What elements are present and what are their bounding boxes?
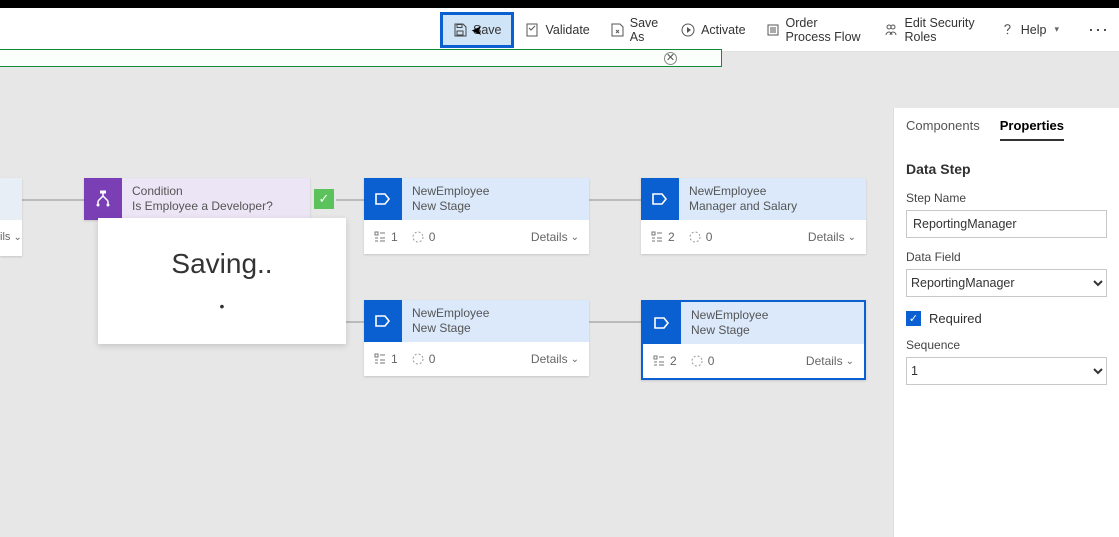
node-subtitle: Manager and Salary [689, 199, 797, 214]
help-icon [1000, 22, 1015, 37]
stage-node[interactable]: NewEmployee Manager and Salary 2 0 Detai… [641, 178, 866, 254]
details-toggle[interactable]: Details⌄ [531, 352, 579, 366]
tab-components[interactable]: Components [906, 118, 980, 141]
validate-button[interactable]: Validate [516, 14, 599, 46]
step-name-label: Step Name [906, 191, 1107, 205]
connector [22, 199, 84, 201]
save-button[interactable]: Save [440, 12, 514, 48]
details-toggle[interactable]: Details⌄ [806, 354, 854, 368]
save-as-label: Save As [630, 16, 660, 44]
stage-node-selected[interactable]: NewEmployee New Stage 2 0 Details⌄ [641, 300, 866, 380]
node-title: Condition [132, 184, 273, 199]
more-button[interactable]: ··· [1078, 19, 1119, 40]
save-as-button[interactable]: Save As [601, 14, 669, 46]
condition-icon [84, 178, 122, 220]
order-icon [766, 22, 780, 37]
branches-count: 0 [691, 354, 715, 368]
saving-text: Saving.. [171, 248, 272, 280]
panel-heading: Data Step [906, 161, 1107, 177]
condition-node[interactable]: Condition Is Employee a Developer? [84, 178, 310, 220]
stage-node-partial[interactable]: ils ⌄ [0, 178, 22, 256]
stage-icon [364, 178, 402, 220]
validate-label: Validate [546, 23, 590, 37]
stage-icon [643, 302, 681, 344]
activate-icon [680, 22, 695, 37]
stage-icon [641, 178, 679, 220]
validate-icon [525, 22, 540, 37]
sequence-label: Sequence [906, 338, 1107, 352]
help-label: Help [1021, 23, 1047, 37]
node-subtitle: New Stage [412, 199, 489, 214]
node-title: NewEmployee [689, 184, 797, 199]
sequence-select[interactable]: 1 [906, 357, 1107, 385]
connector [589, 321, 641, 323]
order-label: Order Process Flow [786, 16, 865, 44]
data-field-label: Data Field [906, 250, 1107, 264]
branches-count: 0 [689, 230, 713, 244]
partial-details: ils ⌄ [0, 231, 22, 243]
chevron-down-icon: ▾ [1054, 24, 1059, 35]
save-icon [452, 22, 467, 37]
data-field-select[interactable]: ReportingManager [906, 269, 1107, 297]
connector [589, 199, 641, 201]
steps-count: 1 [374, 352, 398, 366]
steps-count: 2 [653, 354, 677, 368]
tab-properties[interactable]: Properties [1000, 118, 1064, 141]
security-button[interactable]: Edit Security Roles [875, 14, 988, 46]
node-subtitle: New Stage [691, 323, 768, 338]
node-subtitle: Is Employee a Developer? [132, 199, 273, 214]
stage-node[interactable]: NewEmployee New Stage 1 0 Details⌄ [364, 178, 589, 254]
step-name-input[interactable] [906, 210, 1107, 238]
branches-count: 0 [412, 230, 436, 244]
condition-true-icon: ✓ [314, 189, 334, 209]
node-subtitle: New Stage [412, 321, 489, 336]
properties-panel: Components Properties Data Step Step Nam… [893, 108, 1119, 537]
panel-tabs: Components Properties [894, 108, 1119, 141]
node-title: NewEmployee [412, 184, 489, 199]
command-toolbar: Save Validate Save As Activate Order Pro… [0, 8, 1119, 52]
notification-bar: ✕ [0, 49, 722, 67]
connector [336, 199, 364, 201]
steps-count: 2 [651, 230, 675, 244]
activate-button[interactable]: Activate [671, 14, 754, 46]
node-title: NewEmployee [691, 308, 768, 323]
branches-count: 0 [412, 352, 436, 366]
stage-node[interactable]: NewEmployee New Stage 1 0 Details⌄ [364, 300, 589, 376]
title-bar [0, 0, 1119, 8]
steps-count: 1 [374, 230, 398, 244]
order-button[interactable]: Order Process Flow [757, 14, 874, 46]
saving-overlay: Saving.. • [98, 218, 346, 344]
security-label: Edit Security Roles [904, 16, 979, 44]
stage-icon [364, 300, 402, 342]
required-label: Required [929, 311, 982, 326]
node-title: NewEmployee [412, 306, 489, 321]
help-button[interactable]: Help ▾ [991, 14, 1068, 46]
save-label: Save [473, 23, 502, 37]
details-toggle[interactable]: Details⌄ [531, 230, 579, 244]
security-icon [884, 22, 898, 37]
save-as-icon [610, 22, 624, 37]
activate-label: Activate [701, 23, 745, 37]
close-notification-icon[interactable]: ✕ [664, 52, 677, 65]
required-checkbox[interactable]: ✓ [906, 311, 921, 326]
details-toggle[interactable]: Details⌄ [808, 230, 856, 244]
loading-dot: • [220, 298, 225, 314]
